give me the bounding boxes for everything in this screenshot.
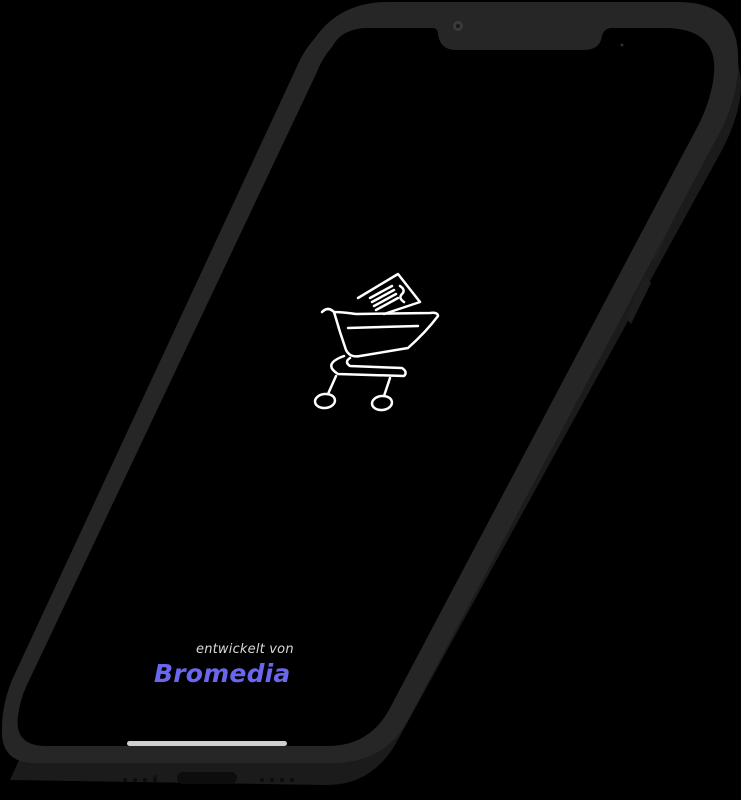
front-camera-lens: [456, 24, 460, 28]
home-indicator[interactable]: [127, 741, 287, 746]
cart-wheel-right: [370, 394, 394, 412]
cart-base: [330, 354, 407, 378]
mockup-stage: entwickelt von Bromedia: [0, 0, 741, 800]
screw-left: [153, 775, 157, 779]
developer-credit-label: entwickelt von: [196, 642, 294, 657]
cart-wheel-left: [313, 392, 337, 410]
shopping-cart-with-receipt-icon: [313, 272, 440, 412]
brand-logo-text: Bromedia: [154, 659, 291, 688]
charging-port: [177, 772, 237, 784]
cart-basket: [320, 307, 440, 358]
sensor-dot: [620, 43, 624, 47]
